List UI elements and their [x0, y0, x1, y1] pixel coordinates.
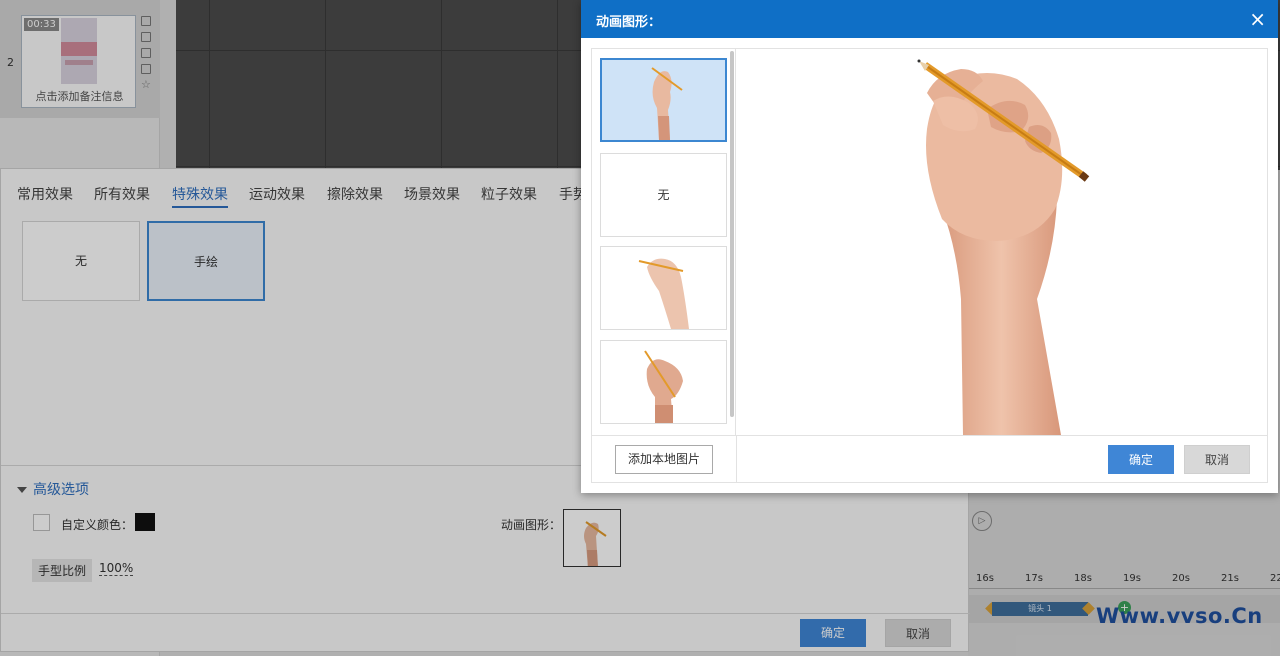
add-local-image-button[interactable]: 添加本地图片 — [615, 445, 713, 474]
dialog-title: 动画图形： — [596, 15, 662, 30]
graphic-item[interactable] — [600, 246, 727, 330]
graphic-item-none[interactable]: 无 — [600, 153, 727, 237]
hand-pencil-diagonal-icon — [644, 350, 683, 423]
graphic-item[interactable] — [600, 340, 727, 424]
graphic-item[interactable] — [600, 58, 727, 142]
dialog-footer: 添加本地图片 确定 取消 — [592, 435, 1267, 483]
close-icon[interactable]: × — [1249, 7, 1266, 31]
hand-pencil-upright-icon — [651, 67, 683, 140]
dialog-body: 无 添加本地图片 确定 取消 — [591, 48, 1268, 483]
anim-cancel-button[interactable]: 取消 — [1184, 445, 1250, 474]
graphic-item-label: 无 — [657, 188, 670, 202]
hand-pencil-flat-icon — [638, 258, 689, 329]
footer-divider — [736, 436, 737, 483]
graphic-preview — [737, 49, 1267, 435]
hand-pencil-preview-image — [917, 59, 1090, 435]
list-scrollbar[interactable] — [730, 51, 734, 417]
anim-ok-button[interactable]: 确定 — [1108, 445, 1174, 474]
dialog-header: 动画图形： × — [581, 0, 1278, 38]
anim-graphic-dialog: 动画图形： × 无 添加本地图片 确定 取消 — [581, 0, 1278, 493]
graphic-list: 无 — [592, 49, 736, 435]
